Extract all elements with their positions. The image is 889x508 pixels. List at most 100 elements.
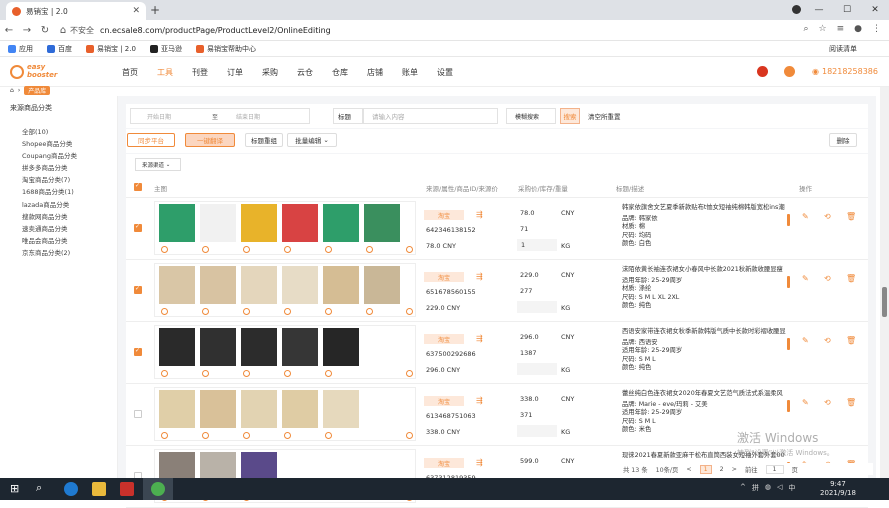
search-button[interactable]: 搜索	[560, 108, 580, 124]
product-thumbnail[interactable]	[241, 204, 277, 242]
image-settings-icon[interactable]	[202, 246, 209, 253]
product-thumbnail[interactable]	[282, 204, 318, 242]
image-settings-icon[interactable]	[284, 432, 291, 439]
breadcrumb-tag[interactable]: 产品库	[24, 85, 51, 95]
category-item[interactable]: 淘宝商品分类(7)	[22, 174, 77, 186]
weight-input[interactable]: 1	[517, 239, 557, 251]
image-settings-icon[interactable]	[243, 308, 250, 315]
product-thumbnail[interactable]	[323, 204, 359, 242]
goto-page-input[interactable]: 1	[765, 464, 784, 474]
fuzzy-search-select[interactable]: 模糊搜索	[506, 108, 556, 124]
gallery-settings-icon[interactable]	[406, 246, 413, 253]
bookmark-amazon[interactable]: 亚马逊	[149, 44, 182, 54]
nav-tools[interactable]: 工具	[157, 67, 192, 78]
bookmark-ecsale[interactable]: 易销宝 | 2.0	[86, 44, 136, 54]
image-settings-icon[interactable]	[243, 370, 250, 377]
date-range-picker[interactable]: 开始日期 至 结束日期	[130, 108, 310, 124]
product-thumbnail[interactable]	[364, 204, 400, 242]
image-settings-icon[interactable]	[325, 246, 332, 253]
nav-orders[interactable]: 订单	[227, 67, 262, 78]
profile-icon[interactable]	[792, 5, 801, 14]
mapping-icon[interactable]: ⇶	[476, 272, 483, 281]
nav-settings[interactable]: 设置	[437, 67, 472, 78]
notification-icon[interactable]	[757, 66, 768, 77]
message-icon[interactable]	[784, 66, 795, 77]
product-thumbnail[interactable]	[364, 266, 400, 304]
page-scrollbar[interactable]	[880, 87, 889, 478]
search-icon[interactable]: ⌕	[36, 481, 42, 495]
gallery-settings-icon[interactable]	[406, 308, 413, 315]
sync-platform-button[interactable]: 同步平台	[127, 133, 175, 147]
stock-value[interactable]: 371	[520, 411, 532, 419]
product-thumbnail[interactable]	[282, 266, 318, 304]
mapping-icon[interactable]: ⇶	[476, 458, 483, 467]
purchase-price[interactable]: 296.0	[520, 333, 539, 341]
copy-icon[interactable]: ⟲	[824, 336, 831, 345]
image-settings-icon[interactable]	[325, 432, 332, 439]
nav-cloud-warehouse[interactable]: 云仓	[297, 67, 332, 78]
stock-value[interactable]: 71	[520, 225, 528, 233]
row-checkbox[interactable]	[134, 410, 142, 418]
maximize-icon[interactable]: ☐	[833, 5, 861, 15]
browser-tab[interactable]: 易销宝 | 2.0 ✕	[6, 2, 146, 20]
product-thumbnail[interactable]	[159, 328, 195, 366]
product-thumbnail[interactable]	[200, 204, 236, 242]
trash-icon[interactable]: 🗑	[846, 398, 856, 407]
image-settings-icon[interactable]	[366, 246, 373, 253]
image-settings-icon[interactable]	[243, 246, 250, 253]
image-settings-icon[interactable]	[202, 308, 209, 315]
image-settings-icon[interactable]	[202, 432, 209, 439]
page-2-button[interactable]: 2	[720, 466, 724, 473]
product-title[interactable]: 西语安家带连衣裙女秋季新款韩版气质中长款时彩褶收腰显	[622, 326, 792, 335]
close-tab-icon[interactable]: ✕	[132, 6, 140, 16]
image-settings-icon[interactable]	[161, 246, 168, 253]
edit-icon[interactable]: ✎	[802, 336, 809, 345]
clock[interactable]: 9:47 2021/9/18	[820, 480, 856, 498]
category-item[interactable]: 搜款网商品分类	[22, 211, 77, 223]
mapping-icon[interactable]: ⇶	[476, 396, 483, 405]
tray-expand-icon[interactable]: ^	[740, 483, 746, 493]
title-restructure-button[interactable]: 标题重组	[245, 133, 283, 147]
edit-icon[interactable]: ✎	[802, 398, 809, 407]
category-item[interactable]: 速卖通商品分类	[22, 223, 77, 235]
image-settings-icon[interactable]	[202, 370, 209, 377]
title-select[interactable]: 标题	[333, 108, 363, 124]
scroll-thumb[interactable]	[882, 287, 887, 317]
weight-input[interactable]	[517, 363, 557, 375]
category-item[interactable]: 唯品会商品分类	[22, 235, 77, 247]
volume-icon[interactable]: ◁	[777, 483, 782, 493]
next-page-button[interactable]: >	[732, 466, 737, 473]
product-thumbnail[interactable]	[323, 328, 359, 366]
trash-icon[interactable]: 🗑	[846, 274, 856, 283]
category-item[interactable]: Shopee商品分类	[22, 138, 77, 150]
input-method-icon[interactable]: 拼	[752, 483, 759, 493]
edit-icon[interactable]: ✎	[802, 274, 809, 283]
category-item[interactable]: 全部(10)	[22, 126, 77, 138]
stock-value[interactable]: 277	[520, 287, 532, 295]
product-title[interactable]: 沫陌依黄长袖连衣裙女小春风中长款2021秋新款收腰显瘦	[622, 264, 792, 273]
gallery-settings-icon[interactable]	[406, 432, 413, 439]
new-tab-icon[interactable]: +	[150, 3, 160, 17]
wps-icon[interactable]	[120, 482, 134, 496]
image-settings-icon[interactable]	[366, 308, 373, 315]
source-channel-select[interactable]: 来源渠道 ⌄	[135, 158, 181, 171]
bookmark-help[interactable]: 易销宝帮助中心	[195, 44, 256, 54]
page-1-button[interactable]: 1	[699, 464, 712, 474]
nav-home[interactable]: 首页	[122, 67, 157, 78]
chrome-icon[interactable]	[151, 482, 165, 496]
stock-value[interactable]: 1387	[520, 349, 537, 357]
purchase-price[interactable]: 338.0	[520, 395, 539, 403]
product-thumbnail[interactable]	[241, 390, 277, 428]
category-item[interactable]: Coupang商品分类	[22, 150, 77, 162]
product-thumbnail[interactable]	[159, 266, 195, 304]
nav-warehouse[interactable]: 仓库	[332, 67, 367, 78]
keyword-input[interactable]: 请输入内容	[363, 108, 498, 124]
product-thumbnail[interactable]	[323, 390, 359, 428]
product-thumbnail[interactable]	[282, 390, 318, 428]
menu-icon[interactable]: ⋮	[872, 24, 881, 34]
product-thumbnail[interactable]	[200, 266, 236, 304]
image-settings-icon[interactable]	[325, 370, 332, 377]
copy-icon[interactable]: ⟲	[824, 398, 831, 407]
prev-page-button[interactable]: <	[686, 466, 691, 473]
row-checkbox[interactable]	[134, 285, 142, 294]
